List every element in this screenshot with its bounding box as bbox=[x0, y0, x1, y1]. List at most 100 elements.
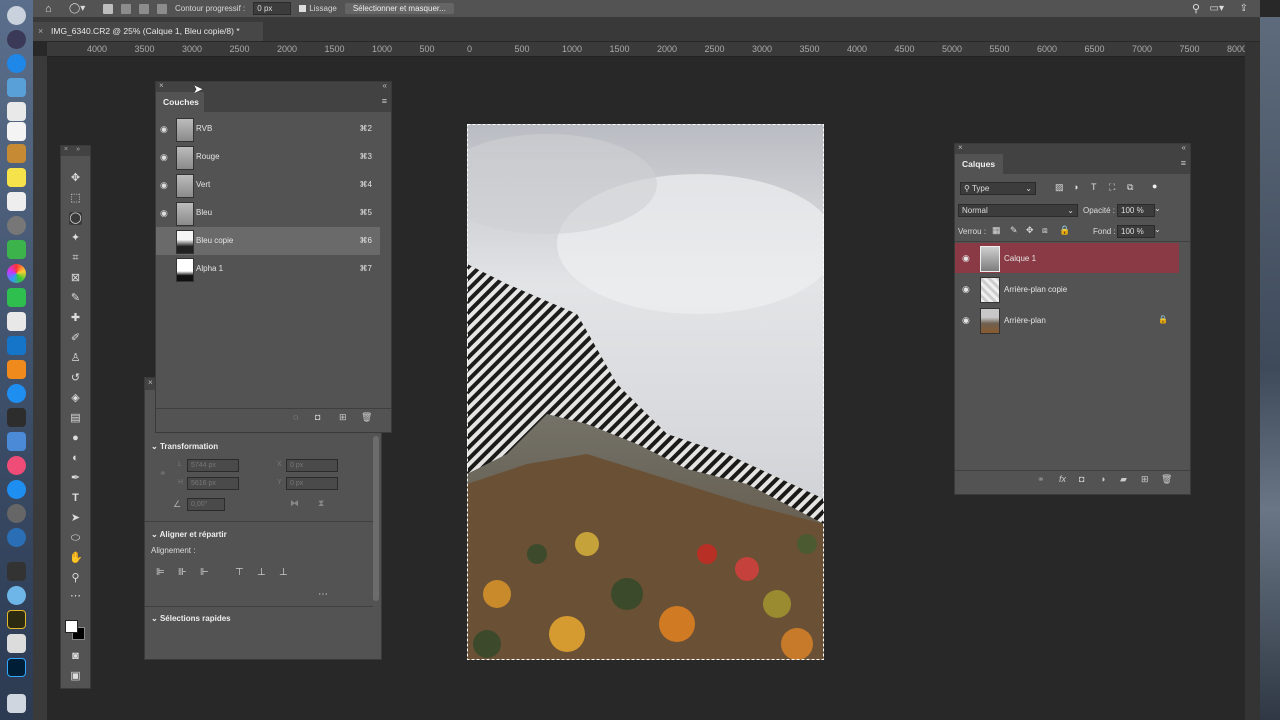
add-selection-icon[interactable] bbox=[121, 3, 131, 14]
visibility-eye-icon[interactable]: ◉ bbox=[160, 264, 170, 274]
lock-icon[interactable]: 🔒 bbox=[1158, 315, 1168, 324]
collapse-icon[interactable]: » bbox=[76, 146, 80, 153]
panel-menu-icon[interactable]: ≡ bbox=[382, 96, 387, 106]
blend-mode-select[interactable]: Normal ⌄ bbox=[958, 204, 1078, 217]
blur-tool-icon[interactable]: ● bbox=[69, 432, 82, 445]
lock-all-icon[interactable]: 🔒 bbox=[1059, 225, 1070, 236]
new-channel-icon[interactable]: ⊞ bbox=[339, 412, 347, 423]
filter-adjustment-icon[interactable]: ◑ bbox=[1073, 182, 1078, 192]
app-store-icon[interactable] bbox=[7, 480, 26, 499]
x-input[interactable]: 0 px bbox=[286, 459, 338, 472]
filter-smart-object-icon[interactable]: ⧉ bbox=[1127, 182, 1133, 193]
subtract-selection-icon[interactable] bbox=[139, 3, 149, 14]
align-bottom-icon[interactable]: ⊥ bbox=[279, 567, 288, 578]
facetime-icon[interactable] bbox=[7, 288, 26, 307]
transform-section[interactable]: ⌄ Transformation bbox=[151, 442, 218, 451]
visibility-eye-icon[interactable]: ◉ bbox=[160, 124, 170, 134]
channel-row-rvb[interactable]: ◉ RVB ⌘2 bbox=[156, 115, 380, 143]
finder-icon[interactable] bbox=[7, 6, 26, 25]
history-brush-icon[interactable]: ↺ bbox=[69, 372, 82, 385]
eraser-icon[interactable]: ◈ bbox=[69, 392, 82, 405]
bridge-icon[interactable] bbox=[7, 610, 26, 629]
edge-icon[interactable] bbox=[7, 528, 26, 547]
lock-image-icon[interactable]: ✎ bbox=[1010, 225, 1018, 236]
screen-mode-icon[interactable]: ▣ bbox=[69, 670, 82, 683]
layer-row-arriere-plan[interactable]: ◉ Arrière-plan 🔒 bbox=[955, 305, 1179, 335]
photos-icon[interactable] bbox=[7, 264, 26, 283]
chevron-down-icon[interactable]: ⌄ bbox=[1154, 204, 1161, 213]
layer-style-icon[interactable]: fx bbox=[1059, 474, 1066, 484]
channel-row-vert[interactable]: ◉ Vert ⌘4 bbox=[156, 171, 380, 199]
dodge-tool-icon[interactable]: ◐ bbox=[69, 452, 82, 465]
opacity-input[interactable]: 100 % bbox=[1117, 204, 1155, 217]
lasso-tool-icon[interactable]: ◯ bbox=[69, 212, 82, 225]
downloads-icon[interactable] bbox=[7, 694, 26, 713]
lock-artboard-icon[interactable]: ⧈ bbox=[1042, 225, 1048, 236]
eyedropper-icon[interactable]: ✎ bbox=[69, 292, 82, 305]
pages-icon[interactable] bbox=[7, 312, 26, 331]
lock-position-icon[interactable]: ✥ bbox=[1026, 225, 1034, 236]
layer-row-arriere-plan-copie[interactable]: ◉ Arrière-plan copie bbox=[955, 274, 1179, 304]
lock-transparent-icon[interactable]: ▦ bbox=[992, 225, 1001, 236]
layers-header[interactable]: × « bbox=[955, 143, 1190, 154]
crop-tool-icon[interactable]: ⌗ bbox=[69, 252, 82, 265]
channels-header[interactable]: × « bbox=[156, 81, 391, 92]
align-left-icon[interactable]: ⊫ bbox=[156, 567, 165, 578]
calendar-icon[interactable] bbox=[7, 122, 26, 141]
quick-selections-section[interactable]: ⌄ Sélections rapides bbox=[151, 614, 231, 623]
flip-horizontal-icon[interactable]: ⧓ bbox=[290, 498, 299, 509]
angle-input[interactable]: 0,00° bbox=[187, 498, 225, 511]
hand-tool-icon[interactable]: ✋ bbox=[69, 552, 83, 565]
messenger-icon[interactable] bbox=[7, 384, 26, 403]
textedit-icon[interactable] bbox=[7, 192, 26, 211]
mail-icon[interactable] bbox=[7, 78, 26, 97]
trash-icon[interactable]: 🗑 bbox=[1161, 474, 1172, 485]
help-icon[interactable] bbox=[7, 216, 26, 235]
folder-icon[interactable]: ▰ bbox=[1120, 474, 1127, 485]
more-options-icon[interactable]: ⋯ bbox=[318, 589, 328, 600]
align-section[interactable]: ⌄ Aligner et répartir bbox=[151, 530, 227, 539]
channel-row-alpha-1[interactable]: ◉ Alpha 1 ⌘7 bbox=[156, 255, 380, 283]
launchpad-icon[interactable] bbox=[7, 30, 26, 49]
collapse-icon[interactable]: « bbox=[383, 81, 387, 90]
filter-pixel-icon[interactable]: ▨ bbox=[1055, 182, 1064, 193]
close-icon[interactable]: × bbox=[958, 143, 963, 152]
visibility-eye-icon[interactable]: ◉ bbox=[160, 180, 170, 190]
close-icon[interactable]: × bbox=[148, 378, 153, 387]
shape-tool-icon[interactable]: ⬭ bbox=[69, 532, 82, 545]
align-right-icon[interactable]: ⊩ bbox=[200, 567, 209, 578]
new-layer-icon[interactable]: ⊞ bbox=[1141, 474, 1149, 485]
close-tab-icon[interactable]: × bbox=[38, 22, 43, 41]
books-icon[interactable] bbox=[7, 360, 26, 379]
numbers-icon[interactable] bbox=[7, 408, 26, 427]
gradient-tool-icon[interactable]: ▤ bbox=[69, 412, 82, 425]
filter-shape-icon[interactable]: ⛶ bbox=[1109, 182, 1115, 193]
keynote-icon[interactable] bbox=[7, 432, 26, 451]
smoothing-checkbox[interactable]: Lissage bbox=[299, 4, 337, 13]
tab-layers[interactable]: Calques bbox=[955, 154, 1003, 174]
link-layers-icon[interactable]: ⚭ bbox=[1037, 474, 1045, 485]
type-tool-icon[interactable]: T bbox=[69, 492, 82, 505]
add-mask-icon[interactable]: ◘ bbox=[1079, 474, 1084, 484]
quick-mask-icon[interactable]: ◙ bbox=[69, 650, 82, 663]
select-mask-button[interactable]: Sélectionner et masquer... bbox=[344, 3, 454, 14]
visibility-eye-icon[interactable]: ◉ bbox=[160, 208, 170, 218]
feather-input[interactable]: 0 px bbox=[253, 2, 292, 15]
safari-icon[interactable] bbox=[7, 54, 26, 73]
panel-menu-icon[interactable]: ≡ bbox=[1181, 158, 1186, 168]
zoom-tool-icon[interactable]: ⚲ bbox=[69, 572, 82, 585]
maps-icon[interactable] bbox=[7, 240, 26, 259]
close-icon[interactable]: × bbox=[159, 81, 164, 90]
move-tool-icon[interactable]: ✥ bbox=[69, 172, 82, 185]
workspace-icon[interactable]: ▭▾ bbox=[1210, 3, 1224, 14]
photoshop-icon[interactable] bbox=[7, 658, 26, 677]
brush-tool-icon[interactable]: ✐ bbox=[69, 332, 82, 345]
path-select-icon[interactable]: ➤ bbox=[69, 512, 82, 525]
healing-brush-icon[interactable]: ✚ bbox=[69, 312, 82, 325]
music-icon[interactable] bbox=[7, 456, 26, 475]
filter-toggle-icon[interactable]: ● bbox=[1152, 181, 1157, 191]
browser-icon[interactable] bbox=[7, 336, 26, 355]
y-input[interactable]: 0 px bbox=[286, 477, 338, 490]
marquee-tool-icon[interactable]: ⬚ bbox=[69, 192, 82, 205]
fill-input[interactable]: 100 % bbox=[1117, 225, 1155, 238]
